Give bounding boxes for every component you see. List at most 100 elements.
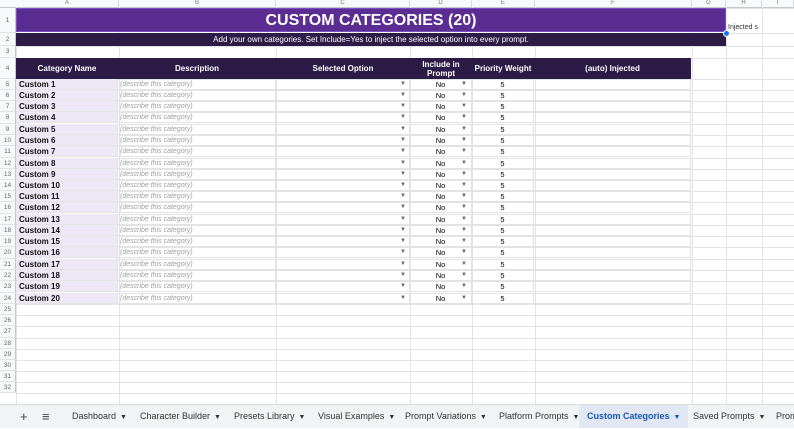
dropdown-arrow-icon[interactable]: ▼: [461, 281, 467, 292]
priority-weight-cell[interactable]: 5: [472, 281, 534, 292]
category-name-cell[interactable]: Custom 6: [16, 135, 118, 146]
row-header-29[interactable]: 29: [0, 349, 16, 360]
include-dropdown[interactable]: No ▼: [410, 169, 472, 180]
auto-injected-cell[interactable]: [534, 180, 691, 191]
priority-weight-cell[interactable]: 5: [472, 158, 534, 169]
category-name-cell[interactable]: Custom 11: [16, 191, 118, 202]
dropdown-arrow-icon[interactable]: ▼: [461, 135, 467, 146]
include-dropdown[interactable]: No ▼: [410, 270, 472, 281]
priority-weight-cell[interactable]: 5: [472, 214, 534, 225]
include-dropdown[interactable]: No ▼: [410, 112, 472, 123]
row-header-2[interactable]: 2: [0, 33, 16, 46]
category-name-cell[interactable]: Custom 4: [16, 112, 118, 123]
auto-injected-cell[interactable]: [534, 191, 691, 202]
selected-option-dropdown[interactable]: ▼: [276, 169, 410, 180]
priority-weight-cell[interactable]: 5: [472, 247, 534, 258]
priority-weight-cell[interactable]: 5: [472, 169, 534, 180]
dropdown-arrow-icon[interactable]: ▼: [400, 124, 406, 135]
priority-weight-cell[interactable]: 5: [472, 90, 534, 101]
description-cell[interactable]: (describe this category): [118, 247, 276, 258]
priority-weight-cell[interactable]: 5: [472, 236, 534, 247]
description-cell[interactable]: (describe this category): [118, 135, 276, 146]
priority-weight-cell[interactable]: 5: [472, 146, 534, 157]
column-header-g[interactable]: G: [692, 0, 726, 7]
priority-weight-cell[interactable]: 5: [472, 225, 534, 236]
priority-weight-cell[interactable]: 5: [472, 124, 534, 135]
dropdown-arrow-icon[interactable]: ▼: [461, 90, 467, 101]
description-cell[interactable]: (describe this category): [118, 270, 276, 281]
row-header-10[interactable]: 10: [0, 135, 16, 146]
row-header-32[interactable]: 32: [0, 382, 16, 393]
selected-option-dropdown[interactable]: ▼: [276, 101, 410, 112]
description-cell[interactable]: (describe this category): [118, 281, 276, 292]
tab-menu-caret-icon[interactable]: ▼: [759, 414, 766, 421]
selected-option-dropdown[interactable]: ▼: [276, 112, 410, 123]
category-name-cell[interactable]: Custom 1: [16, 79, 118, 90]
category-name-cell[interactable]: Custom 18: [16, 270, 118, 281]
description-cell[interactable]: (describe this category): [118, 236, 276, 247]
auto-injected-cell[interactable]: [534, 90, 691, 101]
row-header-27[interactable]: 27: [0, 326, 16, 338]
selected-option-dropdown[interactable]: ▼: [276, 214, 410, 225]
priority-weight-cell[interactable]: 5: [472, 180, 534, 191]
tab-menu-caret-icon[interactable]: ▼: [299, 414, 306, 421]
dropdown-arrow-icon[interactable]: ▼: [400, 191, 406, 202]
auto-injected-cell[interactable]: [534, 79, 691, 90]
category-name-cell[interactable]: Custom 3: [16, 101, 118, 112]
dropdown-arrow-icon[interactable]: ▼: [461, 293, 467, 304]
description-cell[interactable]: (describe this category): [118, 214, 276, 225]
dropdown-arrow-icon[interactable]: ▼: [461, 259, 467, 270]
selected-option-dropdown[interactable]: ▼: [276, 202, 410, 213]
sheet-tab-prompt-variations[interactable]: Prompt Variations ▼: [405, 405, 487, 428]
include-dropdown[interactable]: No ▼: [410, 124, 472, 135]
description-cell[interactable]: (describe this category): [118, 124, 276, 135]
include-dropdown[interactable]: No ▼: [410, 158, 472, 169]
column-header-e[interactable]: E: [472, 0, 535, 7]
include-dropdown[interactable]: No ▼: [410, 247, 472, 258]
dropdown-arrow-icon[interactable]: ▼: [461, 112, 467, 123]
dropdown-arrow-icon[interactable]: ▼: [461, 214, 467, 225]
row-header-26[interactable]: 26: [0, 315, 16, 326]
category-name-cell[interactable]: Custom 14: [16, 225, 118, 236]
tab-menu-caret-icon[interactable]: ▼: [674, 414, 681, 421]
row-header-21[interactable]: 21: [0, 259, 16, 270]
include-dropdown[interactable]: No ▼: [410, 259, 472, 270]
dropdown-arrow-icon[interactable]: ▼: [461, 169, 467, 180]
include-dropdown[interactable]: No ▼: [410, 90, 472, 101]
selected-option-dropdown[interactable]: ▼: [276, 293, 410, 304]
column-header-d[interactable]: D: [410, 0, 472, 7]
selected-option-dropdown[interactable]: ▼: [276, 180, 410, 191]
dropdown-arrow-icon[interactable]: ▼: [400, 180, 406, 191]
dropdown-arrow-icon[interactable]: ▼: [461, 225, 467, 236]
category-name-cell[interactable]: Custom 20: [16, 293, 118, 304]
dropdown-arrow-icon[interactable]: ▼: [461, 236, 467, 247]
selected-option-dropdown[interactable]: ▼: [276, 225, 410, 236]
row-header-31[interactable]: 31: [0, 371, 16, 382]
auto-injected-cell[interactable]: [534, 247, 691, 258]
dropdown-arrow-icon[interactable]: ▼: [461, 191, 467, 202]
priority-weight-cell[interactable]: 5: [472, 135, 534, 146]
dropdown-arrow-icon[interactable]: ▼: [400, 158, 406, 169]
dropdown-arrow-icon[interactable]: ▼: [400, 259, 406, 270]
priority-weight-cell[interactable]: 5: [472, 270, 534, 281]
dropdown-arrow-icon[interactable]: ▼: [400, 90, 406, 101]
page-title[interactable]: CUSTOM CATEGORIES (20): [16, 8, 726, 32]
row-header-14[interactable]: 14: [0, 180, 16, 191]
auto-injected-cell[interactable]: [534, 236, 691, 247]
row-header-3[interactable]: 3: [0, 46, 16, 58]
sheet-tab-platform-prompts[interactable]: Platform Prompts ▼: [499, 405, 579, 428]
row-header-28[interactable]: 28: [0, 338, 16, 349]
row-header-8[interactable]: 8: [0, 112, 16, 124]
category-name-cell[interactable]: Custom 9: [16, 169, 118, 180]
auto-injected-cell[interactable]: [534, 101, 691, 112]
dropdown-arrow-icon[interactable]: ▼: [400, 169, 406, 180]
selection-handle[interactable]: [723, 30, 730, 37]
dropdown-arrow-icon[interactable]: ▼: [461, 202, 467, 213]
auto-injected-cell[interactable]: [534, 158, 691, 169]
row-header-13[interactable]: 13: [0, 169, 16, 180]
selected-option-dropdown[interactable]: ▼: [276, 158, 410, 169]
dropdown-arrow-icon[interactable]: ▼: [400, 112, 406, 123]
include-dropdown[interactable]: No ▼: [410, 146, 472, 157]
selected-option-dropdown[interactable]: ▼: [276, 259, 410, 270]
category-name-cell[interactable]: Custom 15: [16, 236, 118, 247]
